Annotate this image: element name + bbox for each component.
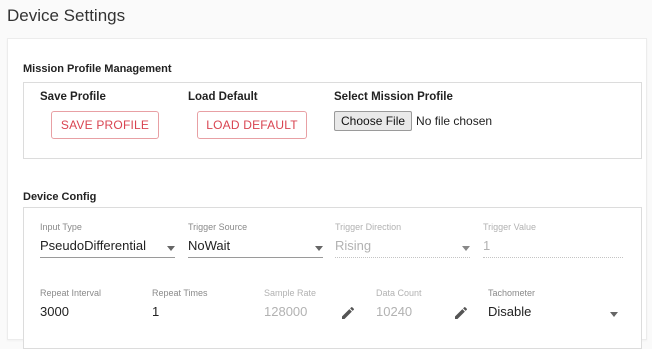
mission-profile-panel: Save Profile SAVE PROFILE Load Default L… xyxy=(23,82,642,159)
trigger-source-label: Trigger Source xyxy=(188,222,248,232)
caret-down-icon xyxy=(462,246,470,251)
device-config-section-title: Device Config xyxy=(23,191,97,203)
mission-profile-file-picker: Choose File No file chosen xyxy=(334,111,492,131)
sample-rate-label: Sample Rate xyxy=(264,288,317,298)
repeat-times-value: 1 xyxy=(152,304,160,319)
sample-rate-value: 128000 xyxy=(264,304,308,319)
page-title: Device Settings xyxy=(7,6,126,25)
data-count-label: Data Count xyxy=(376,288,422,298)
input-type-underline xyxy=(40,257,175,258)
pencil-icon[interactable] xyxy=(453,305,469,321)
load-default-button[interactable]: LOAD DEFAULT xyxy=(197,111,307,139)
data-count-field: Data Count 10240 xyxy=(376,288,446,326)
select-mission-profile-heading: Select Mission Profile xyxy=(334,91,453,103)
caret-down-icon xyxy=(315,246,323,251)
trigger-value-field: Trigger Value 1 xyxy=(483,222,623,260)
trigger-direction-label: Trigger Direction xyxy=(335,222,402,232)
input-type-value: PseudoDifferential xyxy=(40,238,146,253)
trigger-source-value: NoWait xyxy=(188,238,231,253)
save-profile-heading: Save Profile xyxy=(40,91,106,103)
caret-down-icon xyxy=(167,246,175,251)
repeat-times-label: Repeat Times xyxy=(152,288,208,298)
trigger-direction-underline xyxy=(335,257,470,258)
trigger-source-underline xyxy=(188,257,323,258)
device-config-panel: Input Type PseudoDifferential Trigger So… xyxy=(23,207,642,349)
tachometer-value: Disable xyxy=(488,304,532,319)
trigger-source-select[interactable]: Trigger Source NoWait xyxy=(188,222,323,260)
tachometer-select[interactable]: Tachometer Disable xyxy=(488,288,618,326)
input-type-label: Input Type xyxy=(40,222,82,232)
repeat-interval-field[interactable]: Repeat Interval 3000 xyxy=(40,288,140,326)
caret-down-icon xyxy=(610,312,618,317)
trigger-direction-value: Rising xyxy=(335,238,372,253)
trigger-value-value: 1 xyxy=(483,238,491,253)
repeat-times-field[interactable]: Repeat Times 1 xyxy=(152,288,242,326)
repeat-interval-value: 3000 xyxy=(40,304,69,319)
input-type-select[interactable]: Input Type PseudoDifferential xyxy=(40,222,175,260)
device-settings-card: Mission Profile Management Save Profile … xyxy=(7,38,647,349)
file-status-text: No file chosen xyxy=(416,114,493,128)
pencil-icon[interactable] xyxy=(340,305,356,321)
choose-file-button[interactable]: Choose File xyxy=(334,111,413,131)
trigger-value-underline xyxy=(483,257,623,258)
trigger-direction-select: Trigger Direction Rising xyxy=(335,222,470,260)
repeat-interval-label: Repeat Interval xyxy=(40,288,102,298)
tachometer-label: Tachometer xyxy=(488,288,536,298)
load-default-heading: Load Default xyxy=(188,91,258,103)
trigger-value-label: Trigger Value xyxy=(483,222,537,232)
sample-rate-field: Sample Rate 128000 xyxy=(264,288,334,326)
save-profile-button[interactable]: SAVE PROFILE xyxy=(51,111,159,139)
mission-profile-section-title: Mission Profile Management xyxy=(23,63,172,75)
data-count-value: 10240 xyxy=(376,304,413,319)
